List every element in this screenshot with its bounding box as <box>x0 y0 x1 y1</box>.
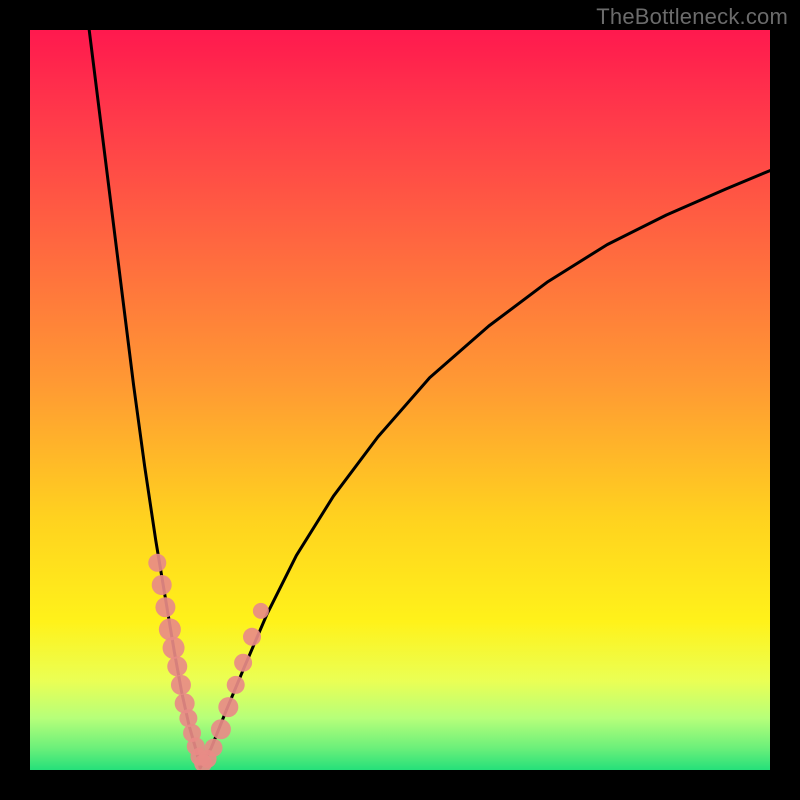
highlight-dot <box>163 637 185 659</box>
highlight-dot <box>253 603 269 619</box>
highlight-dot <box>152 575 172 595</box>
highlight-dot <box>167 656 187 676</box>
highlight-dot <box>159 618 181 640</box>
gradient-background <box>30 30 770 770</box>
highlight-dot <box>243 628 261 646</box>
highlight-dot <box>148 554 166 572</box>
watermark-text: TheBottleneck.com <box>596 4 788 30</box>
highlight-dot <box>205 739 223 757</box>
highlight-dot <box>227 676 245 694</box>
highlight-dot <box>234 654 252 672</box>
highlight-dot <box>171 675 191 695</box>
highlight-dot <box>211 719 231 739</box>
highlight-dot <box>218 697 238 717</box>
highlight-dot <box>155 597 175 617</box>
outer-frame: TheBottleneck.com <box>0 0 800 800</box>
chart-svg <box>30 30 770 770</box>
plot-area <box>30 30 770 770</box>
